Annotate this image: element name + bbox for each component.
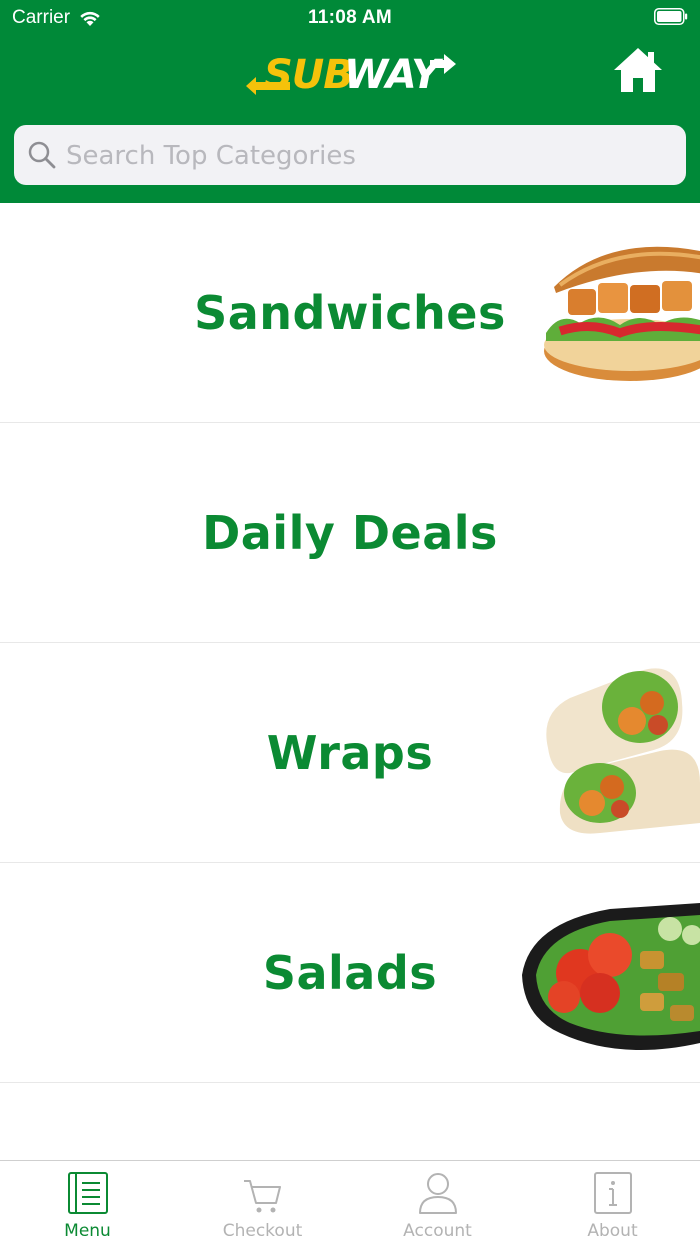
cart-icon: [243, 1180, 281, 1213]
battery-icon: [654, 8, 688, 25]
app-header: Carrier 11:08 AM SUB WAY: [0, 0, 700, 203]
category-row-daily-deals[interactable]: Daily Deals: [0, 423, 700, 643]
search-input[interactable]: [64, 125, 678, 187]
category-label: Sandwiches: [194, 286, 506, 340]
category-list: Sandwiches Daily Deals Wraps Salads: [0, 203, 700, 1083]
tab-menu[interactable]: Menu: [0, 1161, 175, 1245]
category-row-salads[interactable]: Salads: [0, 863, 700, 1083]
home-icon[interactable]: [612, 46, 664, 94]
search-icon: [28, 141, 56, 169]
category-label: Daily Deals: [202, 506, 498, 560]
tab-account[interactable]: Account: [350, 1161, 525, 1245]
tab-label: Account: [403, 1221, 472, 1241]
tab-about[interactable]: About: [525, 1161, 700, 1245]
svg-text:WAY: WAY: [344, 52, 444, 98]
status-bar: Carrier 11:08 AM: [0, 0, 700, 36]
subway-logo: SUB WAY: [246, 52, 456, 98]
tab-label: Checkout: [222, 1221, 303, 1241]
person-icon: [418, 1173, 457, 1214]
category-row-sandwiches[interactable]: Sandwiches: [0, 203, 700, 423]
svg-text:SUB: SUB: [264, 52, 353, 98]
tab-bar: Menu Checkout Account About: [0, 1160, 700, 1245]
tab-label: About: [587, 1221, 638, 1241]
search-bar[interactable]: [14, 125, 686, 187]
category-label: Wraps: [266, 726, 434, 780]
info-icon: [593, 1172, 632, 1214]
category-label: Salads: [262, 946, 438, 1000]
tab-checkout[interactable]: Checkout: [175, 1161, 350, 1245]
menu-book-icon: [67, 1172, 108, 1214]
category-row-wraps[interactable]: Wraps: [0, 643, 700, 863]
status-time: 11:08 AM: [307, 7, 393, 28]
tab-label: Menu: [64, 1221, 111, 1241]
